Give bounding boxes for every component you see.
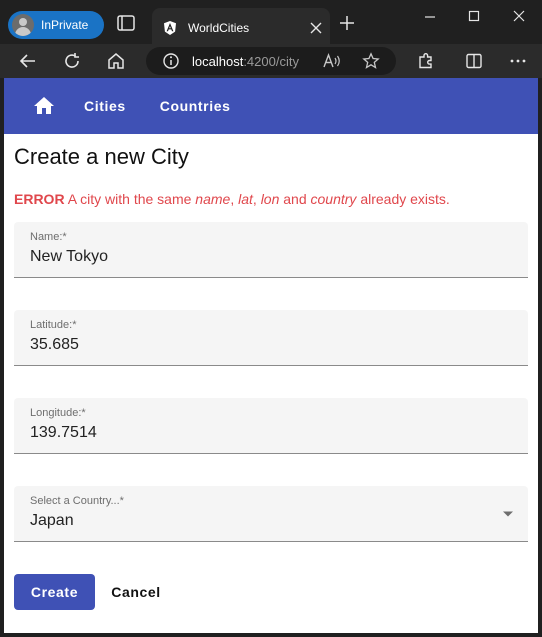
error-text: A city with the same [67, 191, 192, 207]
tab-title: WorldCities [188, 21, 250, 35]
star-icon[interactable] [362, 52, 380, 70]
error-field-name: name [195, 191, 231, 207]
browser-toolbar: localhost:4200/city [0, 44, 542, 78]
error-text: already exists. [360, 191, 450, 207]
tab-worldcities[interactable]: WorldCities [152, 8, 330, 48]
url-path: :4200/city [243, 53, 299, 69]
chevron-down-icon[interactable] [502, 510, 514, 518]
name-field-label: Name:* [30, 231, 67, 243]
plus-icon[interactable] [338, 14, 358, 34]
latitude-field[interactable]: Latitude:* 35.685 [14, 310, 528, 366]
country-select-label: Select a Country...* [30, 495, 124, 507]
browser-tab-bar: InPrivate WorldCities [0, 0, 542, 48]
error-field-lat: lat [238, 191, 253, 207]
read-aloud-icon[interactable] [322, 52, 342, 70]
home-icon[interactable] [32, 94, 56, 118]
error-text: and [283, 191, 307, 207]
info-icon[interactable] [162, 52, 180, 70]
country-select-value[interactable]: Japan [30, 512, 74, 530]
page-title: Create a new City [14, 144, 189, 169]
longitude-field[interactable]: Longitude:* 139.7514 [14, 398, 528, 454]
error-field-country: country [310, 191, 357, 207]
error-comma: , [230, 191, 235, 207]
latitude-field-value[interactable]: 35.685 [30, 336, 79, 354]
puzzle-icon[interactable] [416, 51, 436, 71]
refresh-icon[interactable] [62, 51, 82, 71]
error-label: ERROR [14, 191, 65, 207]
latitude-field-label: Latitude:* [30, 319, 77, 331]
tab-actions-icon[interactable] [116, 14, 138, 34]
longitude-field-value[interactable]: 139.7514 [30, 424, 97, 442]
close-window-icon[interactable] [512, 8, 532, 24]
back-arrow-icon[interactable] [18, 51, 38, 71]
inprivate-label: InPrivate [41, 18, 89, 32]
error-message: ERROR A city with the same name, lat, lo… [14, 191, 450, 207]
country-select[interactable]: Select a Country...* Japan [14, 486, 528, 542]
profile-avatar-icon [12, 14, 34, 36]
minimize-icon[interactable] [423, 8, 443, 24]
name-field[interactable]: Name:* New Tokyo [14, 222, 528, 278]
error-comma: , [252, 191, 257, 207]
name-field-value[interactable]: New Tokyo [30, 248, 108, 266]
longitude-field-label: Longitude:* [30, 407, 86, 419]
error-field-lon: lon [260, 191, 280, 207]
angular-icon [164, 21, 176, 35]
split-screen-icon[interactable] [464, 51, 484, 71]
nav-link-countries[interactable]: Countries [160, 98, 231, 114]
cancel-button[interactable]: Cancel [104, 574, 168, 610]
home-icon[interactable] [106, 51, 126, 71]
url-host: localhost [192, 53, 244, 69]
address-bar[interactable]: localhost:4200/city [146, 47, 396, 75]
inprivate-profile-button[interactable]: InPrivate [8, 11, 104, 39]
page-viewport: Cities Countries Create a new City ERROR… [4, 78, 538, 633]
app-toolbar: Cities Countries [4, 78, 538, 134]
create-button[interactable]: Create [14, 574, 95, 610]
more-icon[interactable] [508, 51, 528, 71]
maximize-icon[interactable] [467, 8, 487, 24]
nav-link-cities[interactable]: Cities [84, 98, 126, 114]
close-icon[interactable] [306, 18, 326, 38]
